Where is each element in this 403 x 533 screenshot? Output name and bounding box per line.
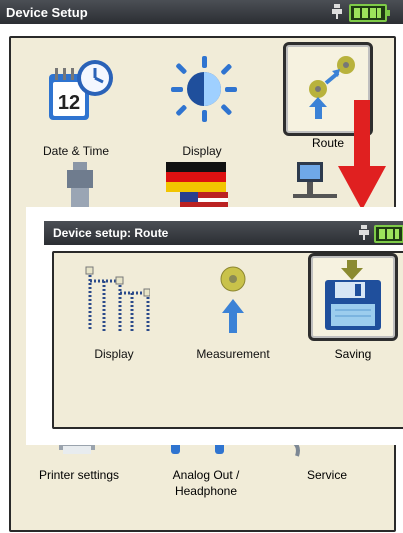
red-down-arrow-icon: [338, 100, 386, 210]
inset-tile-measurement[interactable]: Measurement: [178, 259, 288, 361]
sensor-icon: [67, 162, 93, 212]
battery-icon: [349, 4, 390, 22]
inset-title: Device setup: Route: [53, 226, 169, 240]
inset-tile-saving[interactable]: [308, 253, 398, 341]
tile-analog-out-label2: Headphone: [174, 484, 238, 498]
network-icon: [293, 162, 337, 198]
tile-label: Date & Time: [42, 144, 110, 158]
route-display-icon: [85, 266, 150, 331]
inset-tile-saving-label: Saving: [334, 347, 372, 361]
window-title: Device Setup: [6, 5, 88, 20]
inset-titlebar: Device setup: Route: [44, 221, 403, 245]
main-titlebar: Device Setup: [0, 0, 403, 24]
plug-icon: [359, 225, 369, 240]
brightness-icon: [171, 56, 237, 122]
calendar-clock-icon: 12: [49, 60, 113, 120]
tile-label: Measurement: [196, 347, 270, 361]
battery-icon: [374, 225, 403, 243]
inset-tile-display[interactable]: Display: [64, 259, 164, 361]
floppy-disk-icon: [325, 260, 381, 330]
tile-date-time[interactable]: 12 Date & Time: [21, 46, 131, 158]
calendar-day: 12: [58, 92, 80, 114]
tile-label: Display: [94, 347, 134, 361]
inset-screen: Device setup: Route Display Measurement …: [26, 207, 403, 445]
tile-label: Display: [182, 144, 222, 158]
inset-panel: Display Measurement Saving: [52, 251, 403, 429]
tile-display[interactable]: Display: [147, 46, 257, 158]
measurement-icon: [220, 266, 246, 333]
language-flag-icon: [166, 162, 228, 210]
tile-service-label[interactable]: Service: [267, 468, 387, 482]
tile-printer-label[interactable]: Printer settings: [19, 468, 139, 482]
plug-icon: [332, 4, 342, 19]
tile-analog-out-label[interactable]: Analog Out /: [146, 468, 266, 482]
